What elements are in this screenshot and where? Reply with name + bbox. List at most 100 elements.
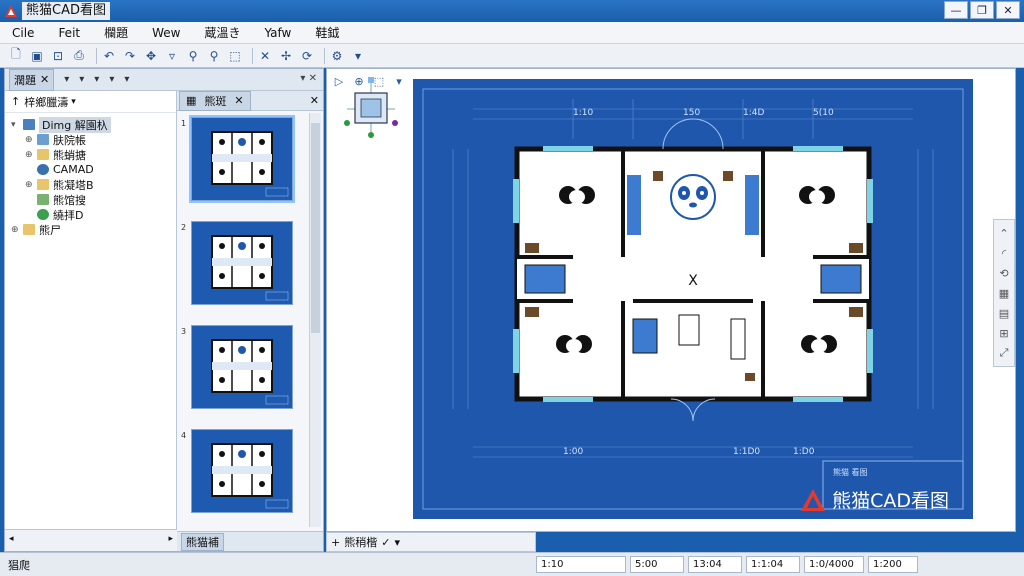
- thumbnail-list: 1 2 3 4: [177, 113, 307, 527]
- tree-footer: ◂ ▸: [5, 529, 177, 551]
- room-label: X: [688, 273, 698, 289]
- dropdown-icon[interactable]: ▾: [64, 74, 69, 85]
- dropdown-icon[interactable]: ▾: [124, 74, 129, 85]
- measure-icon[interactable]: ✕: [257, 48, 273, 64]
- minimize-button[interactable]: —: [944, 1, 968, 19]
- menu-file[interactable]: Cile: [0, 26, 46, 40]
- menu-item-3[interactable]: 欄題: [92, 24, 140, 41]
- expand-toggle-icon[interactable]: ⊕: [11, 225, 23, 235]
- status-field-scale[interactable]: 1:10: [536, 556, 626, 573]
- menu-item-5[interactable]: 蔵溫き: [192, 24, 252, 41]
- select-icon[interactable]: ▿: [164, 48, 180, 64]
- expand-toggle-icon[interactable]: ▾: [11, 120, 23, 130]
- status-field[interactable]: 13:04: [688, 556, 742, 573]
- thumbnail-preview: [211, 339, 289, 405]
- open-icon[interactable]: ▣: [29, 48, 45, 64]
- dimension-label: 1:10: [573, 108, 593, 118]
- menu-item-6[interactable]: Yafw: [253, 26, 304, 40]
- dimension-label: 5(10: [813, 108, 834, 118]
- scroll-right-icon[interactable]: ▸: [168, 534, 173, 544]
- new-icon[interactable]: 🗋: [8, 47, 24, 64]
- zoom-out-icon[interactable]: ⚲: [206, 48, 222, 64]
- nav-up-icon[interactable]: ⌃: [997, 226, 1011, 240]
- dimension-label: 1:1D0: [733, 447, 760, 457]
- lock-icon[interactable]: ⊡: [50, 48, 66, 64]
- pan-icon[interactable]: ✥: [143, 48, 159, 64]
- status-bar: 猖爬 1:10 5:00 13:04 1:1:04 1:0/4000 1:200: [0, 552, 1024, 576]
- tree-item-label: 熊尸: [39, 223, 61, 237]
- zoom-in-icon[interactable]: ⚲: [185, 48, 201, 64]
- tree-item[interactable]: ⊕ 熊凝塔B: [11, 177, 176, 192]
- grid-icon: ▦: [186, 94, 197, 107]
- thumbnail-footer-label[interactable]: 熊猫補: [181, 532, 224, 551]
- panel-pin-icon[interactable]: ▾ ✕: [300, 73, 317, 84]
- thumbnail-item[interactable]: [189, 115, 295, 203]
- scroll-left-icon[interactable]: ◂: [9, 534, 14, 544]
- tree-item[interactable]: ▾ Dimg 解園杁: [11, 116, 176, 133]
- redo-icon[interactable]: ↷: [122, 48, 138, 64]
- title-bar: 熊猫CAD看图 — ❐ ✕: [0, 0, 1024, 22]
- grid-icon[interactable]: ▦: [997, 286, 1011, 300]
- scrollbar-thumb[interactable]: [311, 123, 320, 333]
- close-button[interactable]: ✕: [996, 1, 1020, 19]
- layers-icon[interactable]: ▤: [997, 306, 1011, 320]
- close-icon[interactable]: ✕: [234, 94, 243, 107]
- tree-item[interactable]: CAMAD: [11, 162, 176, 177]
- dimension-label: 150: [683, 108, 700, 118]
- settings-icon[interactable]: ⚙: [329, 48, 345, 64]
- menu-item-7[interactable]: 鞋鉞: [303, 24, 351, 41]
- menu-edit[interactable]: Feit: [46, 26, 92, 40]
- expand-toggle-icon[interactable]: ⊕: [25, 150, 37, 160]
- status-field[interactable]: 1:0/4000: [804, 556, 864, 573]
- expand-toggle-icon[interactable]: ⊕: [25, 180, 37, 190]
- tab-drawings[interactable]: 濶題 ✕: [9, 68, 55, 91]
- chevron-down-icon[interactable]: ▾: [350, 48, 366, 64]
- dropdown-icon[interactable]: ▾: [94, 74, 99, 85]
- thumbnail-page-number: 4: [181, 431, 187, 440]
- tab-thumbnails-label: 熊斑: [204, 94, 227, 108]
- layout-tab[interactable]: 熊稍楷: [344, 534, 377, 550]
- add-icon[interactable]: +: [331, 536, 340, 549]
- tree-item[interactable]: 繞拝D: [11, 207, 176, 222]
- menu-view[interactable]: Wew: [140, 26, 192, 40]
- floor-plan-drawing[interactable]: X 1:10 150 1:4D 5(10 1:00 1:1D0 1:D0 熊猫 …: [413, 79, 973, 519]
- arc-icon[interactable]: ◜: [997, 246, 1011, 260]
- undo-icon[interactable]: ↶: [101, 48, 117, 64]
- chevron-down-icon[interactable]: ▾: [71, 97, 76, 107]
- thumbnail-item[interactable]: [191, 429, 293, 513]
- tree-item[interactable]: ⊕ 熊蛸搪: [11, 147, 176, 162]
- expand-icon[interactable]: ⤢: [997, 346, 1011, 360]
- brand-logo-icon: [801, 488, 826, 511]
- tree-pane: ↑ 梓鄉臘濤 ▾ ▾ Dimg 解園杁 ⊕ 肤院帳 ⊕ 熊蛸搪 CAMAD ⊕ 熊凝塔B 熊馆搜繞…: [5, 91, 177, 531]
- chevron-down-icon[interactable]: ▾: [394, 536, 400, 549]
- tree-header-label: 梓鄉臘濤: [24, 95, 69, 109]
- dropdown-icon[interactable]: ▾: [79, 74, 84, 85]
- thumbnail-scrollbar[interactable]: [309, 113, 321, 527]
- dropdown-icon[interactable]: ▾: [109, 74, 114, 85]
- move-icon[interactable]: ✢: [278, 48, 294, 64]
- print-icon[interactable]: ⎙: [71, 48, 87, 64]
- thumbnail-item[interactable]: [191, 325, 293, 409]
- tree-item[interactable]: ⊕ 肤院帳: [11, 132, 176, 147]
- drawing-canvas[interactable]: ▷ ⊕ ⬚ ▾ X 1:10 150 1:4D 5(10 1:00 1:1D0 …: [326, 68, 1016, 532]
- up-icon[interactable]: ↑: [11, 95, 20, 108]
- expand-toggle-icon[interactable]: ⊕: [25, 135, 37, 145]
- tree-item[interactable]: 熊馆搜: [11, 192, 176, 207]
- rotate-icon[interactable]: ⟳: [299, 48, 315, 64]
- collapse-icon[interactable]: ✕: [310, 94, 319, 107]
- close-icon[interactable]: ✕: [40, 73, 49, 86]
- zoom-icon[interactable]: ⊞: [997, 326, 1011, 340]
- viewcube-icon[interactable]: [341, 73, 401, 143]
- status-field[interactable]: 1:200: [868, 556, 918, 573]
- thumbnail-pane: ▦ 熊斑 ✕ ✕ 1 2 3 4 熊猫補: [177, 90, 323, 551]
- check-icon[interactable]: ✓: [381, 536, 390, 549]
- tree-header[interactable]: ↑ 梓鄉臘濤 ▾: [5, 91, 176, 113]
- rotate-icon[interactable]: ⟲: [997, 266, 1011, 280]
- thumbnail-item[interactable]: [191, 221, 293, 305]
- status-field[interactable]: 5:00: [630, 556, 684, 573]
- maximize-button[interactable]: ❐: [970, 1, 994, 19]
- tree-item[interactable]: ⊕ 熊尸: [11, 222, 176, 237]
- zoom-window-icon[interactable]: ⬚: [227, 48, 243, 64]
- status-field[interactable]: 1:1:04: [746, 556, 800, 573]
- tab-thumbnails[interactable]: ▦ 熊斑 ✕: [179, 90, 251, 111]
